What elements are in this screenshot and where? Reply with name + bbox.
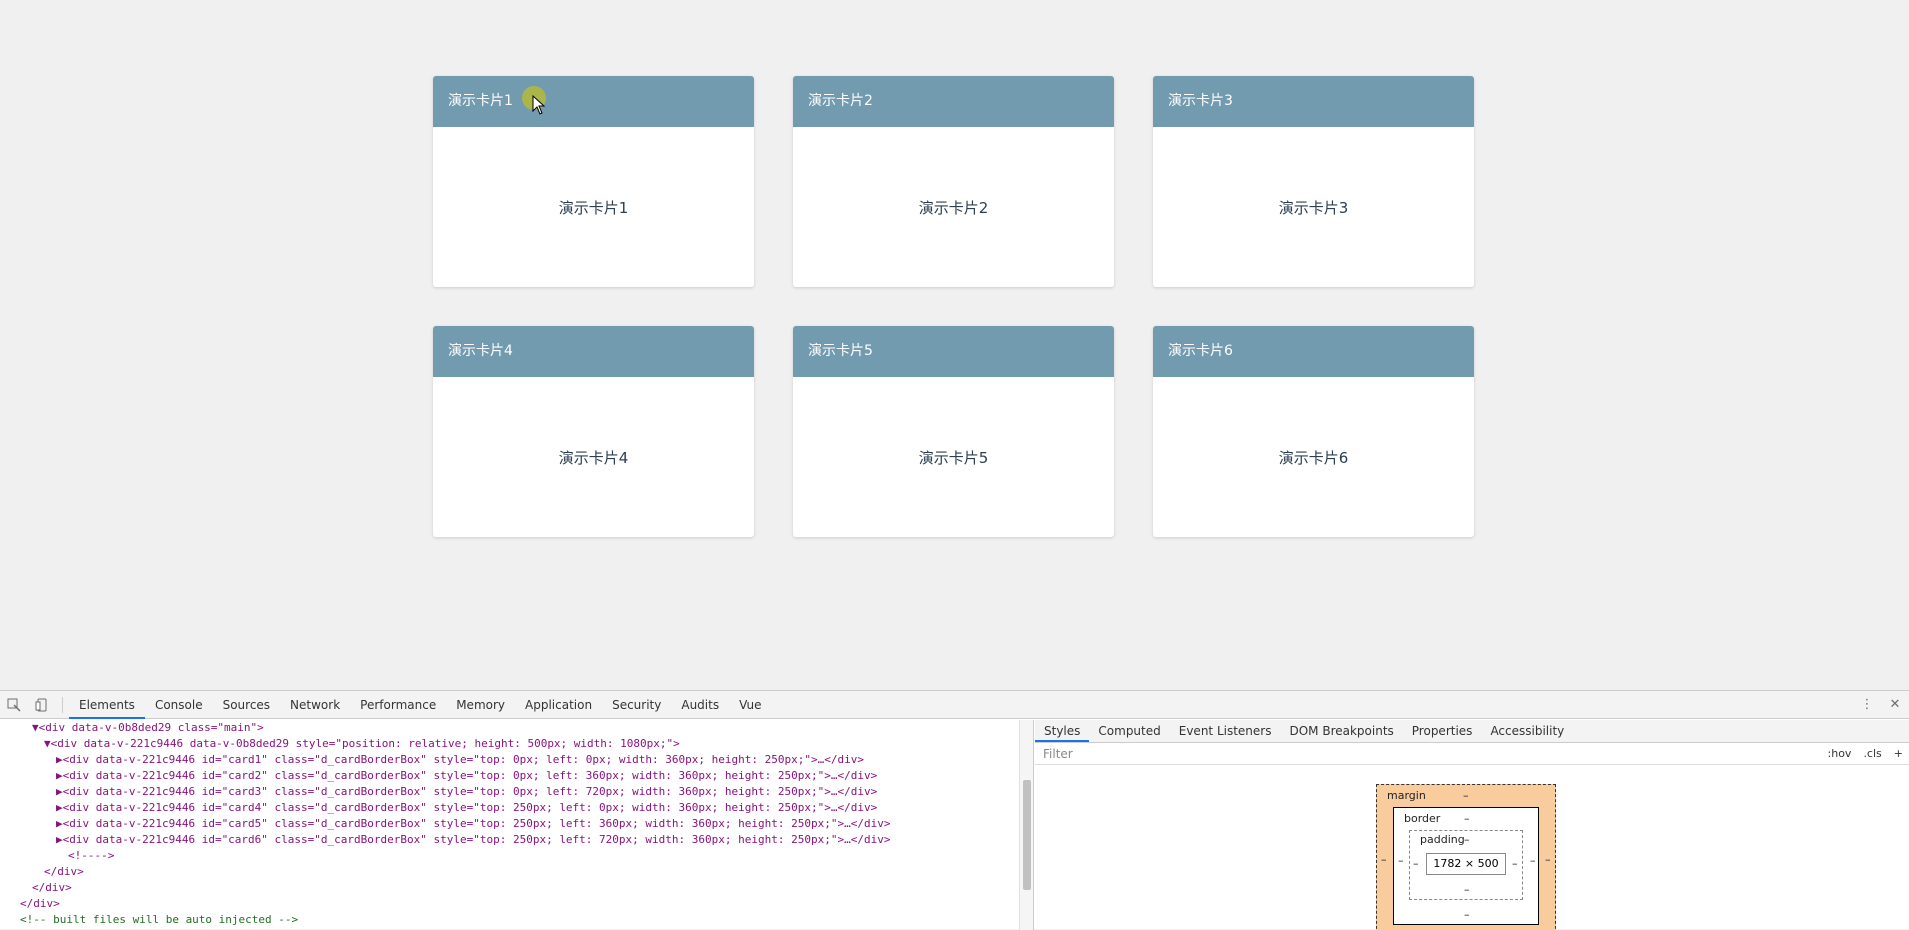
styles-tab-accessibility[interactable]: Accessibility: [1481, 720, 1573, 742]
devtools-tab-console[interactable]: Console: [145, 691, 213, 719]
dom-node-line[interactable]: ▼<div data-v-221c9446 data-v-0b8ded29 st…: [4, 736, 1033, 752]
devtools-tab-performance[interactable]: Performance: [350, 691, 446, 719]
box-model-diagram: margin – – – border – – – – padding – – …: [1376, 784, 1556, 930]
devtools-tab-application[interactable]: Application: [515, 691, 602, 719]
add-rule-icon[interactable]: +: [1888, 747, 1909, 760]
inspect-element-icon[interactable]: [0, 691, 28, 719]
border-left-value: –: [1398, 854, 1404, 867]
dom-node-line[interactable]: </div>: [4, 864, 1033, 880]
styles-tab-computed[interactable]: Computed: [1089, 720, 1169, 742]
card-body: 演示卡片5: [918, 448, 989, 467]
card-header: 演示卡片2: [793, 76, 1114, 127]
border-top-value: –: [1464, 812, 1470, 825]
padding-right-value: –: [1512, 857, 1518, 870]
card-header: 演示卡片3: [1153, 76, 1474, 127]
styles-tab-properties[interactable]: Properties: [1403, 720, 1482, 742]
close-icon[interactable]: ✕: [1881, 691, 1909, 719]
margin-label: margin: [1387, 789, 1426, 802]
margin-right-value: –: [1545, 853, 1551, 866]
card-body: 演示卡片2: [918, 198, 989, 217]
code-comment[interactable]: <!---->: [4, 848, 1033, 864]
styles-tab-styles[interactable]: Styles: [1035, 720, 1090, 742]
filter-input[interactable]: Filter: [1035, 747, 1822, 761]
dom-node-line[interactable]: ▶<div data-v-221c9446 id="card4" class="…: [4, 800, 1033, 816]
demo-card-5[interactable]: 演示卡片5 演示卡片5: [793, 326, 1114, 537]
dom-node-line[interactable]: ▶<div data-v-221c9446 id="card1" class="…: [4, 752, 1033, 768]
card-header: 演示卡片6: [1153, 326, 1474, 377]
devtools-toolbar: Elements Console Sources Network Performance…: [0, 691, 1909, 719]
box-model-border[interactable]: border – – – – padding – – – – 1782 × 50…: [1393, 807, 1539, 925]
devtools-tab-elements[interactable]: Elements: [69, 691, 145, 719]
device-toolbar-icon[interactable]: [28, 691, 56, 719]
styles-pane: Styles Computed Event Listeners DOM Breakpo…: [1035, 720, 1909, 930]
padding-label: padding: [1420, 833, 1465, 846]
border-right-value: –: [1530, 854, 1536, 867]
card-header: 演示卡片1: [433, 76, 754, 127]
elements-scrollbar[interactable]: [1019, 720, 1033, 930]
page-content: 演示卡片1 演示卡片1 演示卡片2 演示卡片2 演示卡片3 演示卡片3 演示卡片4 演示卡片4…: [0, 0, 1909, 690]
devtools-tab-memory[interactable]: Memory: [446, 691, 515, 719]
styles-tab-dom-breakpoints[interactable]: DOM Breakpoints: [1280, 720, 1402, 742]
dom-node-line[interactable]: ▼<div data-v-0b8ded29 class="main">: [4, 720, 1033, 736]
dom-node-line[interactable]: ▶<div data-v-221c9446 id="card3" class="…: [4, 784, 1033, 800]
card-body: 演示卡片1: [558, 198, 629, 217]
padding-left-value: –: [1413, 857, 1419, 870]
demo-card-6[interactable]: 演示卡片6 演示卡片6: [1153, 326, 1474, 537]
demo-card-3[interactable]: 演示卡片3 演示卡片3: [1153, 76, 1474, 287]
dom-node-line[interactable]: </div>: [4, 880, 1033, 896]
margin-left-value: –: [1381, 853, 1387, 866]
styles-tabbar: Styles Computed Event Listeners DOM Breakpo…: [1035, 720, 1909, 743]
devtools-panel: Elements Console Sources Network Performance…: [0, 690, 1909, 930]
box-model-margin[interactable]: margin – – – border – – – – padding – – …: [1376, 784, 1556, 930]
card-header: 演示卡片5: [793, 326, 1114, 377]
dom-node-line[interactable]: ▶<div data-v-221c9446 id="card6" class="…: [4, 832, 1033, 848]
margin-top-value: –: [1463, 789, 1469, 802]
demo-card-1[interactable]: 演示卡片1 演示卡片1: [433, 76, 754, 287]
border-bottom-value: –: [1464, 908, 1470, 921]
hov-toggle[interactable]: :hov: [1822, 747, 1858, 760]
box-model-padding[interactable]: padding – – – – 1782 × 500: [1409, 830, 1523, 900]
dom-node-line[interactable]: ▶<div data-v-221c9446 id="card2" class="…: [4, 768, 1033, 784]
card-body: 演示卡片6: [1278, 448, 1349, 467]
card-body: 演示卡片4: [558, 448, 629, 467]
mouse-pointer-icon: [532, 95, 546, 115]
filter-row: Filter :hov .cls +: [1035, 743, 1909, 765]
devtools-tab-vue[interactable]: Vue: [729, 691, 771, 719]
padding-bottom-value: –: [1464, 883, 1470, 896]
toolbar-divider: [62, 696, 63, 713]
devtools-tab-audits[interactable]: Audits: [671, 691, 729, 719]
more-options-icon[interactable]: ⋮: [1853, 691, 1881, 719]
card-header: 演示卡片4: [433, 326, 754, 377]
demo-card-2[interactable]: 演示卡片2 演示卡片2: [793, 76, 1114, 287]
card-body: 演示卡片3: [1278, 198, 1349, 217]
demo-card-4[interactable]: 演示卡片4 演示卡片4: [433, 326, 754, 537]
elements-tree[interactable]: ▼<div data-v-0b8ded29 class="main"> ▼<div…: [0, 720, 1034, 930]
devtools-tab-security[interactable]: Security: [602, 691, 671, 719]
dom-node-line[interactable]: ▶<div data-v-221c9446 id="card5" class="…: [4, 816, 1033, 832]
devtools-tab-network[interactable]: Network: [280, 691, 350, 719]
code-comment[interactable]: <!-- built files will be auto injected -…: [4, 912, 1033, 928]
devtools-tab-sources[interactable]: Sources: [213, 691, 280, 719]
padding-top-value: –: [1464, 833, 1470, 846]
styles-tab-event-listeners[interactable]: Event Listeners: [1170, 720, 1281, 742]
scrollbar-thumb[interactable]: [1023, 780, 1031, 890]
border-label: border: [1404, 812, 1441, 825]
cls-toggle[interactable]: .cls: [1857, 747, 1887, 760]
box-model-content-size[interactable]: 1782 × 500: [1426, 853, 1506, 875]
dom-node-line[interactable]: </div>: [4, 896, 1033, 912]
